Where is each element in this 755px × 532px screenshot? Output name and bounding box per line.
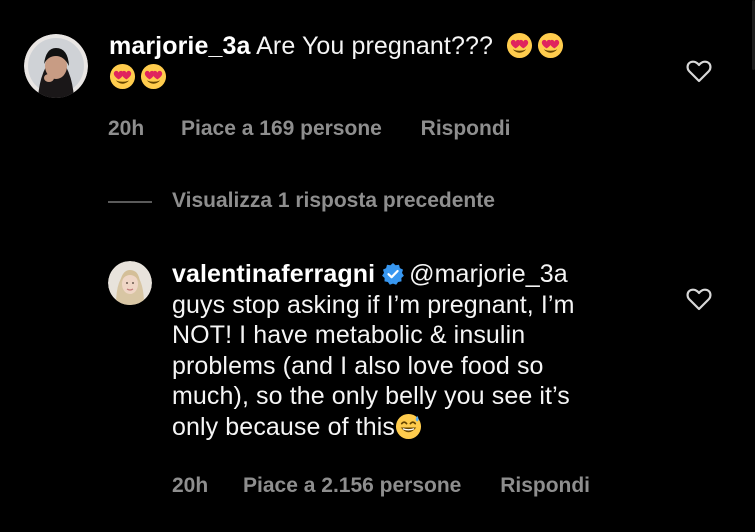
comment-1-reply-button[interactable]: Rispondi [421, 117, 511, 141]
comment-2-line-4: much), so the only belly you see it’s [172, 382, 570, 410]
comment-2-line-3: problems (and I also love food so [172, 351, 544, 380]
heart-eyes-emoji-icon [109, 63, 136, 89]
view-previous-replies-button[interactable]: Visualizza 1 risposta precedente [172, 189, 495, 213]
comment-1-meta: 20h Piace a 169 persone Rispondi [108, 117, 511, 141]
verified-badge-icon [382, 263, 405, 285]
comment-1-likes[interactable]: Piace a 169 persone [181, 117, 382, 141]
comment-2-line-2: NOT! I have metabolic & insulin [172, 321, 526, 349]
like-heart-icon[interactable] [686, 287, 712, 311]
comment-1-username[interactable]: marjorie_3a [109, 32, 250, 60]
avatar-valentinaferragni[interactable] [108, 261, 152, 305]
comment-2-username[interactable]: valentinaferragni [172, 260, 375, 288]
comment-2-meta: 20h Piace a 2.156 persone Rispondi [172, 474, 590, 498]
avatar-marjorie[interactable] [24, 34, 88, 98]
heart-eyes-emoji-icon [537, 32, 564, 59]
comment-2-line-1: guys stop asking if I’m pregnant, I’m [172, 290, 575, 319]
comment-1-time: 20h [108, 117, 145, 140]
sweat-smile-emoji-icon [395, 413, 422, 439]
comment-2-mention[interactable]: @marjorie_3a [409, 260, 568, 288]
like-heart-icon[interactable] [686, 59, 712, 83]
heart-eyes-emoji-icon [140, 63, 167, 89]
comment-1-text: marjorie_3a Are You pregnant??? [109, 31, 669, 92]
comment-2-likes[interactable]: Piace a 2.156 persone [243, 474, 461, 498]
comment-2-time: 20h [172, 474, 209, 497]
comment-2-line-5: only because of this [172, 412, 395, 441]
comment-1-body: Are You pregnant??? [256, 32, 493, 60]
replies-divider [108, 201, 152, 203]
heart-eyes-emoji-icon [506, 32, 533, 59]
comment-2-text: valentinaferragni @marjorie_3a guys stop… [172, 259, 672, 442]
comment-2-reply-button[interactable]: Rispondi [500, 474, 590, 498]
